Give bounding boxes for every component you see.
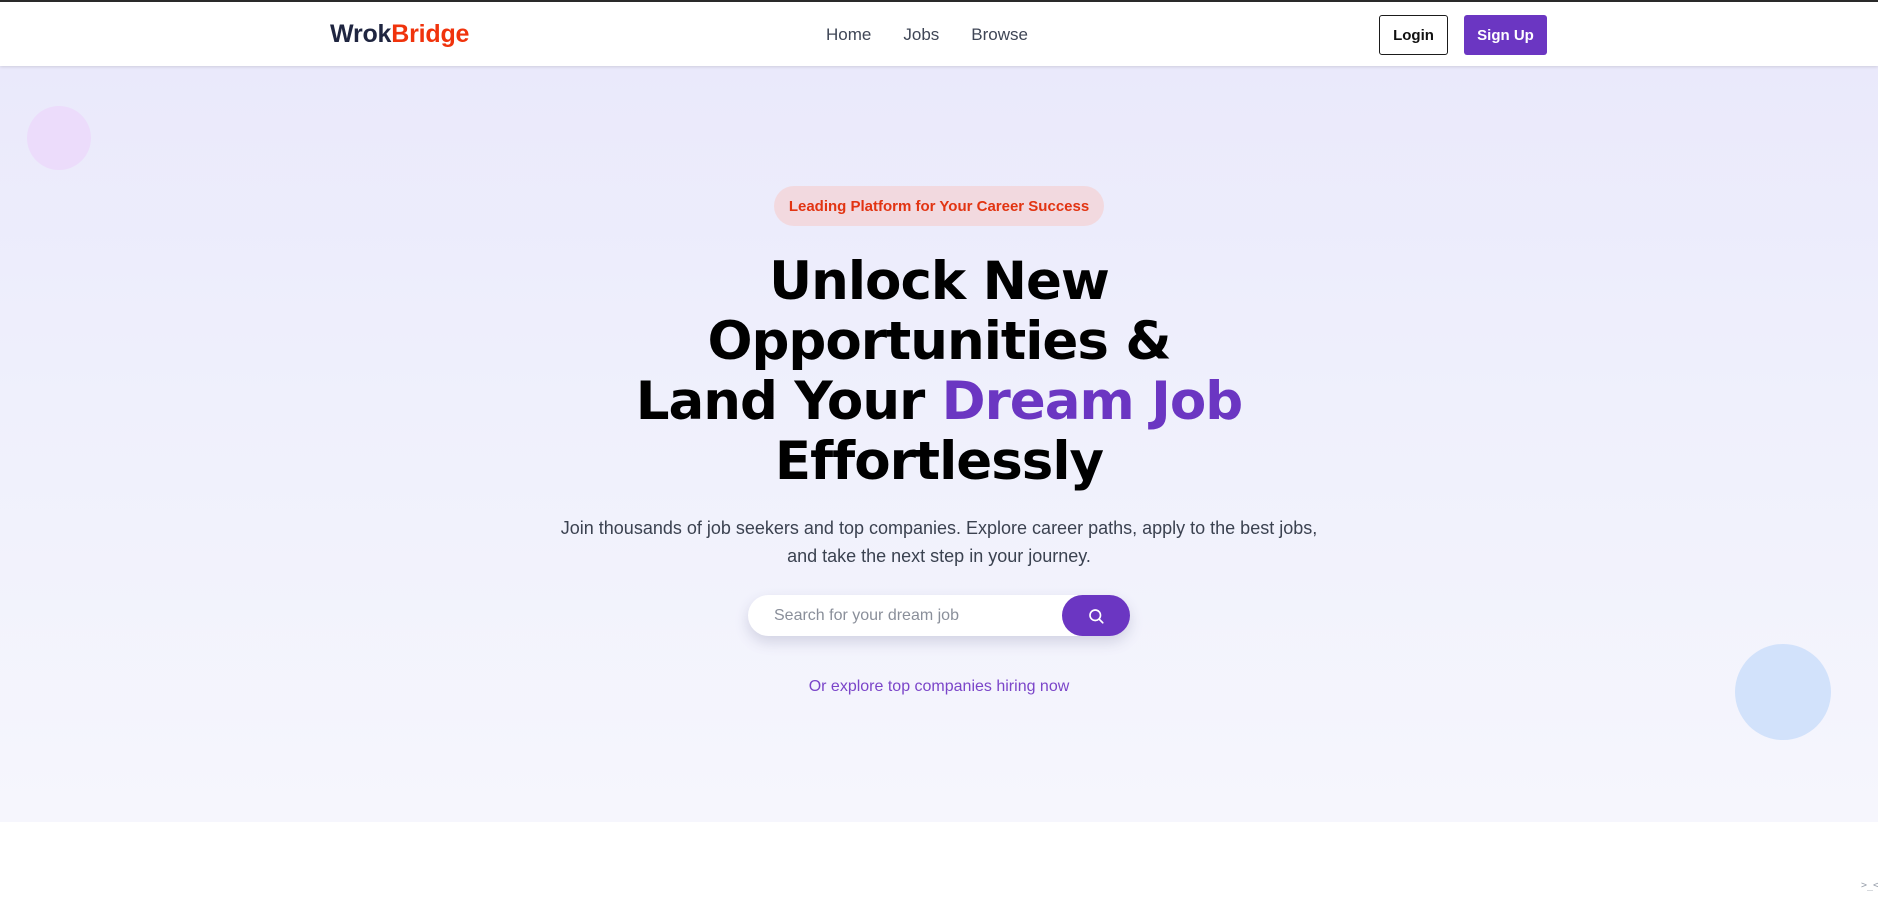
hero-headline: Unlock New Opportunities & Land Your Dre… [539, 252, 1339, 492]
headline-line-1: Unlock New [769, 251, 1110, 312]
search-input[interactable] [774, 595, 1054, 636]
logo[interactable]: WrokBridge [330, 20, 469, 49]
login-button[interactable]: Login [1379, 15, 1448, 55]
corner-widget-icon[interactable]: >_< [1861, 880, 1878, 894]
tagline-badge: Leading Platform for Your Career Success [774, 186, 1104, 226]
headline-line-3-prefix: Land Your [635, 371, 942, 432]
signup-button[interactable]: Sign Up [1464, 15, 1547, 55]
logo-wordmark-part1: Wrok [330, 20, 392, 48]
decorative-circle-purple [27, 106, 91, 170]
subtext-line-2: and take the next step in your journey. [787, 546, 1091, 566]
hero-subtext: Join thousands of job seekers and top co… [539, 514, 1339, 570]
navbar: WrokBridge Home Jobs Browse Login Sign U… [0, 2, 1878, 66]
main-nav: Home Jobs Browse [826, 25, 1028, 45]
headline-accent: Dream Job [941, 371, 1244, 432]
hero-section: Leading Platform for Your Career Success… [0, 66, 1878, 822]
search-button[interactable] [1062, 595, 1130, 636]
headline-line-4: Effortlessly [774, 431, 1104, 492]
search-bar [748, 595, 1130, 636]
nav-link-home[interactable]: Home [826, 25, 871, 45]
nav-link-browse[interactable]: Browse [971, 25, 1028, 45]
subtext-line-1: Join thousands of job seekers and top co… [560, 518, 1318, 538]
logo-wordmark-part2: Bridge [391, 20, 470, 48]
search-icon [1089, 608, 1104, 624]
explore-companies-link[interactable]: Or explore top companies hiring now [639, 678, 1239, 696]
decorative-circle-blue [1735, 644, 1831, 740]
nav-link-jobs[interactable]: Jobs [903, 25, 939, 45]
headline-line-2: Opportunities & [707, 311, 1171, 372]
